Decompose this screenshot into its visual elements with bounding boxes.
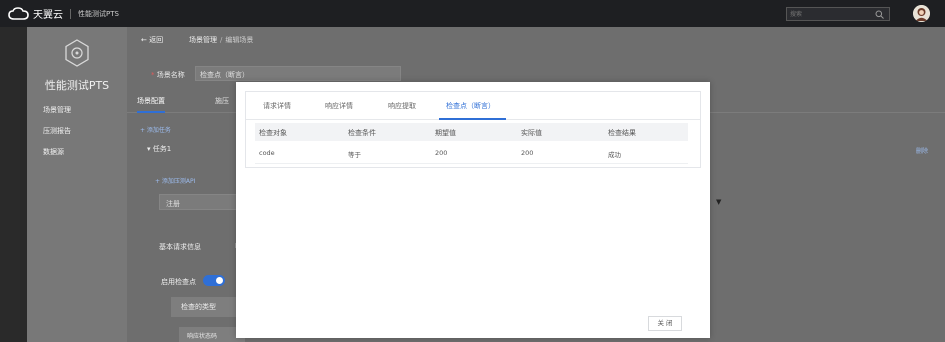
left-nav-strip <box>0 27 27 342</box>
topbar-divider <box>70 9 71 19</box>
sidebar: 性能测试PTS 场景管理 压测报告 数据源 <box>27 27 127 342</box>
tab-basic-request-info[interactable]: 基本请求信息 <box>147 237 237 257</box>
brand-logo[interactable]: 天翼云 <box>8 6 63 21</box>
task-label: 任务1 <box>152 145 172 153</box>
column-header: 检查条件 <box>348 129 376 137</box>
add-task-link[interactable]: + 添加任务 <box>140 125 171 134</box>
breadcrumb: 场景管理 / 编辑场景 <box>189 35 253 45</box>
tab-response-extract[interactable]: 响应提取 <box>388 101 416 111</box>
tab-request-detail[interactable]: 请求详情 <box>263 101 291 111</box>
column-header: 实际值 <box>521 129 542 137</box>
back-button[interactable]: ← 返回 <box>141 35 163 45</box>
sidebar-item-reports[interactable]: 压测报告 <box>43 126 71 136</box>
close-button[interactable]: 关 闭 <box>648 316 682 331</box>
column-header: 期望值 <box>435 129 456 137</box>
breadcrumb-separator: / <box>220 36 223 44</box>
table-cell: 等于 <box>348 151 361 159</box>
add-api-link[interactable]: + 添加压测API <box>155 176 195 185</box>
table-header: 检查对象 检查条件 期望值 实际值 检查结果 <box>255 123 688 141</box>
check-type-header: 检查的类型 <box>171 297 237 317</box>
tab-response-detail[interactable]: 响应详情 <box>325 101 353 111</box>
user-avatar[interactable] <box>913 5 930 22</box>
brand-name: 天翼云 <box>33 10 63 21</box>
product-name[interactable]: 性能测试PTS <box>78 9 119 19</box>
table-cell: 200 <box>521 149 534 157</box>
column-header: 检查结果 <box>608 129 636 137</box>
search-input[interactable] <box>790 9 870 20</box>
search-box[interactable] <box>786 7 890 21</box>
pts-hexagon-icon <box>65 39 89 67</box>
table-cell: 200 <box>435 149 448 157</box>
search-icon[interactable] <box>875 10 884 19</box>
top-bar: 天翼云 性能测试PTS <box>0 0 945 27</box>
enable-checkpoint-toggle[interactable] <box>203 275 225 286</box>
enable-checkpoint-label: 启用检查点 <box>161 278 196 286</box>
sidebar-title: 性能测试PTS <box>44 79 110 92</box>
scene-name-input[interactable]: 检查点（断言） <box>195 66 401 81</box>
checkpoint-result-dialog: 请求详情 响应详情 响应提取 检查点（断言） 检查对象 检查条件 期望值 实际值… <box>236 82 710 338</box>
sidebar-item-data-source[interactable]: 数据源 <box>43 147 64 157</box>
table-cell: 成功 <box>608 151 621 159</box>
dialog-panel: 请求详情 响应详情 响应提取 检查点（断言） 检查对象 检查条件 期望值 实际值… <box>245 91 701 168</box>
breadcrumb-parent[interactable]: 场景管理 <box>189 36 217 44</box>
table-row-divider <box>255 163 688 164</box>
tab-checkpoint-assertion[interactable]: 检查点（断言） <box>446 101 495 111</box>
tab-press-config[interactable]: 施压 <box>215 96 229 106</box>
scene-name-label: * 场景名称 <box>151 71 185 79</box>
delete-task-link[interactable]: 删除 <box>916 146 928 155</box>
chevron-down-icon[interactable]: ▼ <box>716 198 721 206</box>
back-label: 返回 <box>149 36 164 44</box>
sidebar-item-scene-management[interactable]: 场景管理 <box>43 105 71 115</box>
breadcrumb-current: 编辑场景 <box>225 36 254 44</box>
column-header: 检查对象 <box>259 129 287 137</box>
table-cell: code <box>259 149 275 157</box>
task-header[interactable]: ▾ 任务1 <box>147 144 171 154</box>
api-select[interactable]: 注册 <box>159 194 239 210</box>
active-tab-indicator <box>439 118 506 120</box>
tab-scene-config[interactable]: 场景配置 <box>137 96 165 113</box>
cloud-icon <box>8 6 29 20</box>
